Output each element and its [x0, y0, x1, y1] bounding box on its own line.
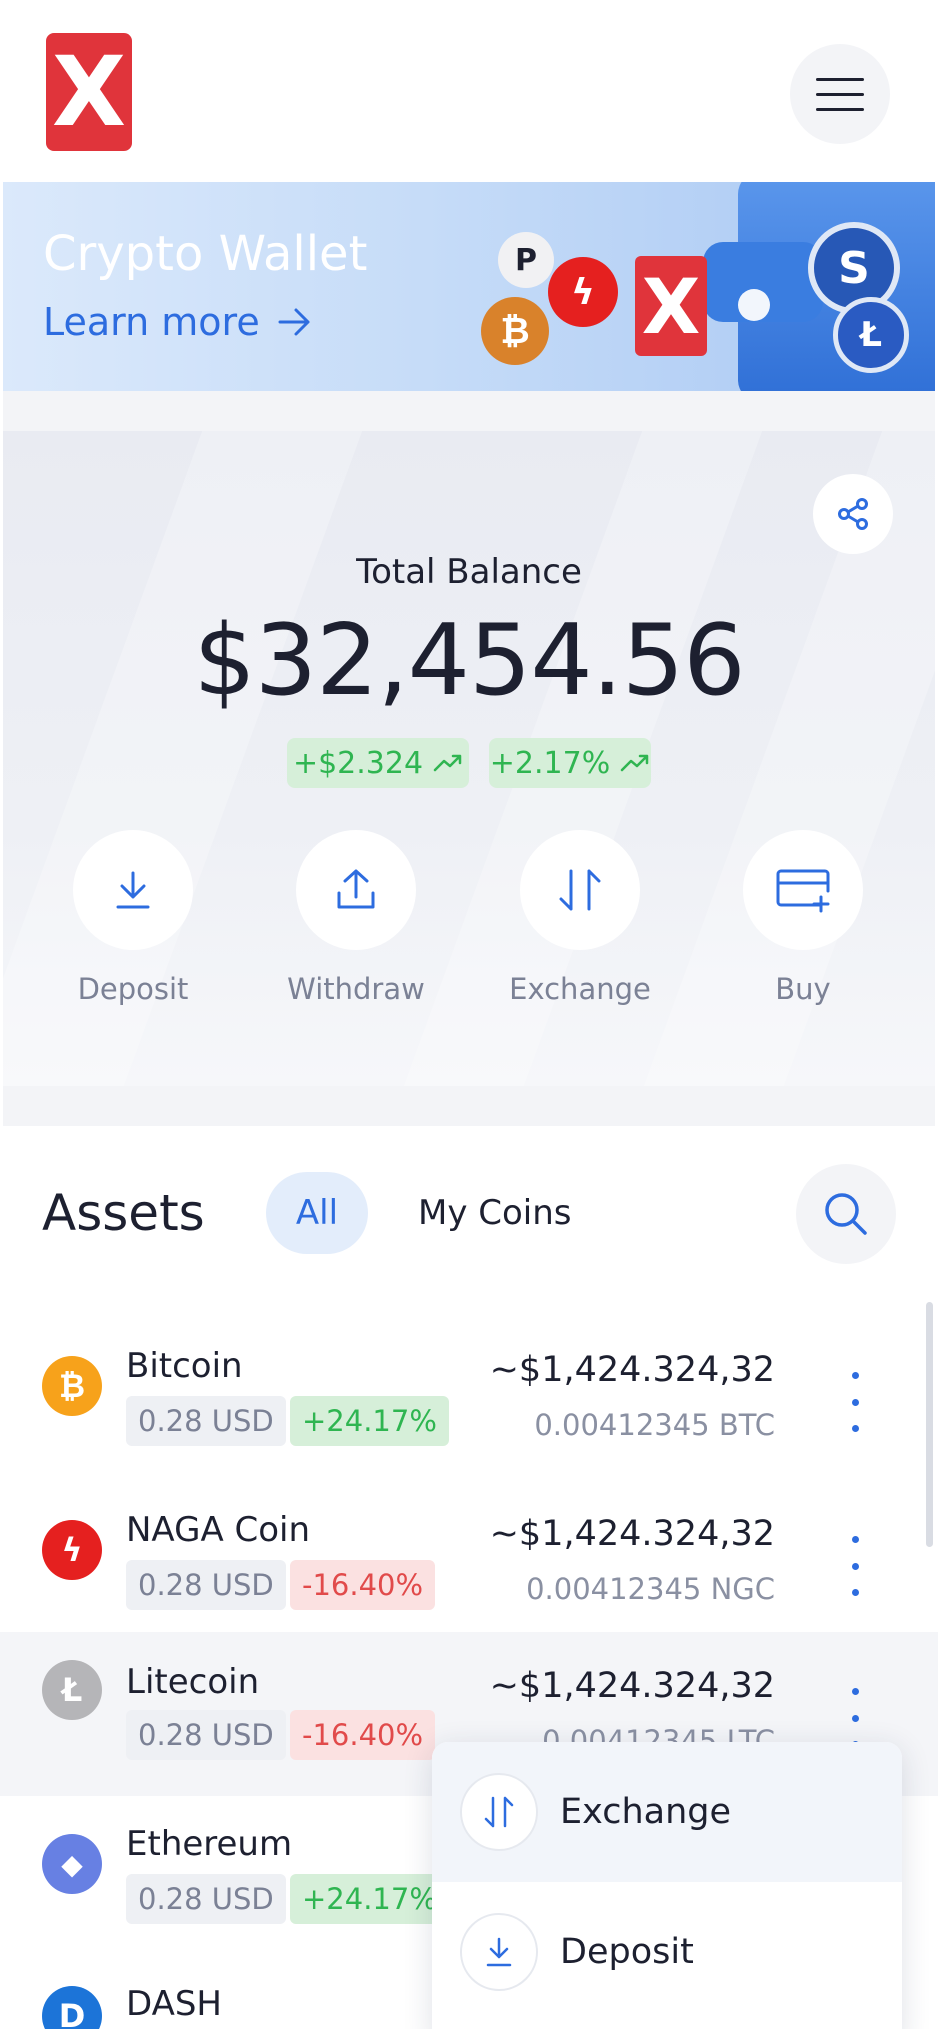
- learn-more-link[interactable]: Learn more: [43, 300, 312, 344]
- hamburger-icon-line: [816, 92, 864, 96]
- banner-title: Crypto Wallet: [43, 226, 368, 282]
- wallet-brand-logo: X: [635, 256, 707, 356]
- exchange-label: Exchange: [509, 972, 651, 1006]
- more-options-button[interactable]: [840, 1688, 870, 1748]
- buy-button[interactable]: [743, 830, 863, 950]
- asset-change: +24.17%: [290, 1396, 449, 1446]
- litecoin-coin-illustration: Ł: [833, 297, 909, 373]
- deposit-icon-circle: [460, 1913, 538, 1991]
- trend-up-icon: [433, 754, 462, 772]
- dropdown-item-exchange[interactable]: Exchange: [432, 1742, 902, 1882]
- litecoin-icon: Ł: [42, 1660, 102, 1720]
- exchange-icon-circle: [460, 1773, 538, 1851]
- asset-name: Bitcoin: [126, 1346, 243, 1386]
- total-balance-value: $32,454.56: [193, 604, 745, 718]
- asset-name: DASH: [126, 1984, 222, 2024]
- dropdown-item-deposit[interactable]: Deposit: [432, 1882, 902, 2022]
- assets-title: Assets: [42, 1184, 205, 1242]
- tab-my-coins[interactable]: My Coins: [418, 1172, 572, 1254]
- hamburger-icon: [816, 77, 864, 81]
- asset-value: ~$1,424.324,32: [489, 1514, 775, 1554]
- bitcoin-icon: ₿: [42, 1356, 102, 1416]
- download-icon: [116, 871, 150, 909]
- more-vertical-icon: [851, 1688, 859, 1695]
- trend-up-icon: [620, 754, 649, 772]
- asset-price: 0.28 USD: [126, 1560, 286, 1610]
- more-vertical-icon: [851, 1372, 859, 1379]
- asset-name: NAGA Coin: [126, 1510, 311, 1550]
- balance-change-amount-badge: +$2.324: [287, 738, 469, 788]
- buy-label: Buy: [775, 972, 831, 1006]
- more-vertical-icon-dot: [851, 1398, 859, 1406]
- bitcoin-coin-illustration: ₿: [481, 297, 549, 365]
- more-options-button[interactable]: [840, 1372, 870, 1432]
- deposit-button[interactable]: [73, 830, 193, 950]
- withdraw-button[interactable]: [296, 830, 416, 950]
- more-vertical-icon-dot: [851, 1589, 859, 1596]
- dropdown-item-label: Exchange: [560, 1792, 732, 1832]
- asset-actions-dropdown: Exchange Deposit: [432, 1742, 902, 2029]
- balance-change-amount: +$2.324: [292, 745, 424, 781]
- exchange-action[interactable]: Exchange: [505, 830, 655, 1006]
- share-button[interactable]: [813, 474, 893, 554]
- naga-coin-illustration: ϟ: [548, 257, 618, 327]
- exchange-button[interactable]: [520, 830, 640, 950]
- search-button[interactable]: [796, 1164, 896, 1264]
- balance-change-percent: +2.17%: [489, 745, 611, 781]
- asset-row-naga-coin[interactable]: ϟ NAGA Coin 0.28 USD -16.40% ~$1,424.324…: [0, 1482, 938, 1646]
- swap-icon: [484, 1796, 514, 1828]
- asset-name: Ethereum: [126, 1824, 293, 1864]
- card-add-icon: [776, 869, 830, 913]
- deposit-action[interactable]: Deposit: [58, 830, 208, 1006]
- menu-button[interactable]: [790, 44, 890, 144]
- asset-price: 0.28 USD: [126, 1874, 286, 1924]
- balance-change-percent-badge: +2.17%: [489, 738, 651, 788]
- deposit-label: Deposit: [77, 972, 189, 1006]
- search-icon: [825, 1193, 867, 1235]
- more-options-button[interactable]: [840, 1536, 870, 1596]
- more-vertical-icon: [851, 1536, 859, 1543]
- learn-more-label: Learn more: [43, 300, 260, 344]
- withdraw-label: Withdraw: [287, 972, 425, 1006]
- asset-name: Litecoin: [126, 1662, 260, 1702]
- asset-row-bitcoin[interactable]: ₿ Bitcoin 0.28 USD +24.17% ~$1,424.324,3…: [0, 1318, 938, 1482]
- list-scrollbar[interactable]: [926, 1302, 933, 1547]
- hamburger-icon-line: [816, 107, 864, 111]
- asset-value: ~$1,424.324,32: [489, 1666, 775, 1706]
- app-header: X: [0, 0, 938, 182]
- arrow-right-icon: [278, 308, 310, 336]
- asset-change: -16.40%: [290, 1560, 436, 1610]
- dropdown-item-label: Deposit: [560, 1932, 694, 1972]
- withdraw-action[interactable]: Withdraw: [281, 830, 431, 1006]
- polkadot-coin-illustration: P: [498, 232, 554, 288]
- total-balance-label: Total Balance: [356, 552, 582, 592]
- asset-change: +24.17%: [290, 1874, 449, 1924]
- upload-icon: [337, 869, 375, 909]
- brand-logo[interactable]: X: [46, 33, 132, 151]
- dash-icon: D: [42, 1986, 102, 2029]
- asset-amount: 0.00412345 BTC: [534, 1408, 775, 1442]
- more-vertical-icon-dot: [851, 1562, 859, 1570]
- asset-change: -16.40%: [290, 1710, 436, 1760]
- tab-all[interactable]: All: [266, 1172, 368, 1254]
- more-vertical-icon-dot: [851, 1425, 859, 1432]
- naga-coin-icon: ϟ: [42, 1520, 102, 1580]
- asset-amount: 0.00412345 NGC: [526, 1572, 775, 1606]
- buy-action[interactable]: Buy: [728, 830, 878, 1006]
- asset-price: 0.28 USD: [126, 1710, 286, 1760]
- swap-icon: [559, 869, 601, 911]
- wallet-clasp-illustration: [738, 289, 770, 321]
- promo-banner[interactable]: Crypto Wallet Learn more X P ϟ ₿ S Ł: [3, 182, 935, 391]
- ethereum-icon: ◆: [42, 1834, 102, 1894]
- more-vertical-icon-dot: [851, 1714, 859, 1722]
- share-icon: [838, 498, 868, 530]
- brand-logo-letter: X: [51, 36, 126, 148]
- download-icon: [486, 1937, 512, 1967]
- asset-price: 0.28 USD: [126, 1396, 286, 1446]
- asset-value: ~$1,424.324,32: [489, 1350, 775, 1390]
